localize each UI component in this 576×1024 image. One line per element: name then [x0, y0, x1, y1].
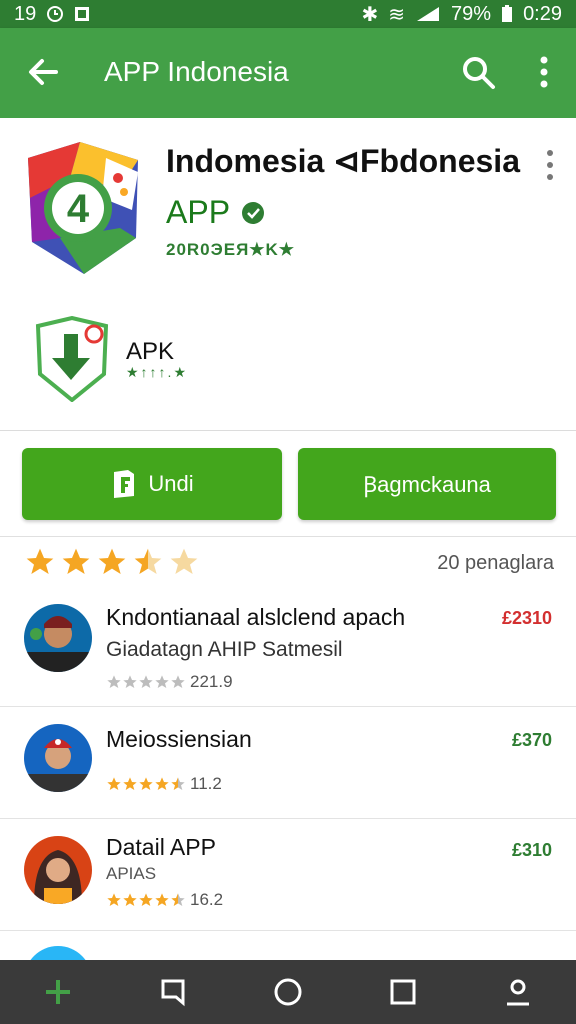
list-item-rating: 221.9 — [106, 672, 233, 692]
star-icon — [123, 777, 137, 790]
list-item[interactable]: Meiossiensian 11.2 £370 — [0, 706, 576, 819]
list-item[interactable]: Kndontianaal alslclend apach Giadatagn A… — [0, 594, 576, 707]
more-vert-icon[interactable] — [530, 52, 558, 92]
rating-stars — [24, 546, 200, 578]
image-notification-icon — [75, 7, 90, 21]
app-bar-title: APP Indonesia — [104, 56, 289, 87]
apk-label: APK — [126, 338, 175, 365]
list-item-rating-text: 11.2 — [190, 774, 222, 793]
overflow-menu-icon[interactable] — [540, 148, 560, 182]
profile-icon[interactable] — [494, 968, 542, 1016]
list-item-rating: 11.2 — [106, 774, 222, 794]
list-item-stars — [106, 674, 186, 690]
navigation-bar — [0, 960, 576, 1024]
star-icon — [107, 893, 121, 906]
list-item-price: £2310 — [501, 608, 552, 628]
app-subtitle-text: APP — [166, 194, 231, 230]
star-icon — [139, 675, 153, 688]
avatar — [24, 836, 92, 904]
star-icon — [155, 777, 169, 790]
star-icon — [155, 675, 169, 688]
star-icon — [171, 675, 185, 688]
app-header-card: 4 Indomesia ⊲Fbdonesia APP 20R0ЭEЯ★K★ AP… — [0, 118, 576, 431]
list-item-rating-text: 221.9 — [190, 672, 233, 691]
secondary-button[interactable]: Ꞵagmckauna — [298, 448, 556, 520]
action-buttons: Undi Ꞵagmckauna — [0, 430, 576, 537]
bluetooth-icon: ✱ — [361, 3, 379, 26]
avatar — [24, 724, 92, 792]
star-icon — [134, 548, 162, 574]
app-title: Indomesia ⊲Fbdonesia — [166, 143, 520, 179]
status-time: 0:29 — [523, 2, 562, 25]
list-item-subtitle: APIAS — [106, 864, 157, 883]
list-item-partial — [0, 930, 576, 960]
install-icon — [114, 470, 135, 498]
status-left-text: 19 — [14, 2, 37, 25]
star-icon — [171, 777, 185, 790]
app-meta-text: 20R0ЭEЯ★K★ — [166, 240, 296, 259]
battery-icon — [502, 5, 513, 22]
home-icon[interactable] — [264, 968, 312, 1016]
star-icon — [123, 893, 137, 906]
avatar — [24, 604, 92, 672]
list-item-title: Meiossiensian — [106, 726, 252, 752]
app-subtitle: APP — [166, 194, 266, 231]
app-bar: APP Indonesia — [0, 28, 576, 118]
list-item-subtitle: Giadatagn AHIP Satmesil — [106, 638, 343, 661]
back-arrow-icon[interactable] — [22, 50, 66, 94]
recent-apps-icon[interactable] — [149, 968, 197, 1016]
search-icon[interactable] — [458, 52, 498, 92]
star-icon — [26, 548, 54, 574]
signal-icon — [417, 7, 440, 21]
star-icon — [107, 777, 121, 790]
star-icon — [170, 548, 198, 574]
svg-text:4: 4 — [67, 187, 90, 231]
install-button[interactable]: Undi — [22, 448, 282, 520]
square-icon[interactable] — [379, 968, 427, 1016]
list-item-stars — [106, 776, 186, 792]
star-icon — [155, 893, 169, 906]
list-item-rating-text: 16.2 — [190, 890, 224, 909]
battery-percent: 79% — [451, 2, 492, 25]
verified-badge-icon — [242, 201, 265, 224]
list-item-price: £370 — [511, 730, 552, 750]
download-shield-icon[interactable] — [32, 316, 112, 402]
secondary-button-label: Ꞵagmckauna — [363, 472, 491, 497]
rating-count: 20 penaglara — [437, 552, 554, 574]
avatar — [30, 946, 86, 960]
clock-alarm-icon — [47, 6, 64, 22]
list-item[interactable]: Datail APP APIAS 16.2 £310 — [0, 818, 576, 931]
star-icon — [139, 893, 153, 906]
apk-meta: ★↑↑↑.★ — [126, 364, 188, 380]
rating-summary: 20 penaglara — [0, 536, 576, 594]
status-bar: 19 ✱ ≋ 79% 0:29 — [0, 0, 576, 28]
star-icon — [123, 675, 137, 688]
list-item-rating: 16.2 — [106, 890, 223, 910]
star-icon — [98, 548, 126, 574]
star-icon — [139, 777, 153, 790]
star-icon — [171, 893, 185, 906]
add-icon[interactable] — [34, 968, 82, 1016]
install-button-label: Undi — [148, 471, 194, 496]
app-logo-icon[interactable]: 4 — [20, 138, 146, 278]
vibrate-icon: ≋ — [388, 3, 406, 26]
list-item-title: Kndontianaal alslclend apach — [106, 604, 406, 630]
list-item-price: £310 — [511, 840, 552, 860]
list-item-title: Datail APP — [106, 834, 216, 860]
star-icon — [107, 675, 121, 688]
list-item-stars — [106, 892, 186, 908]
star-icon — [62, 548, 90, 574]
